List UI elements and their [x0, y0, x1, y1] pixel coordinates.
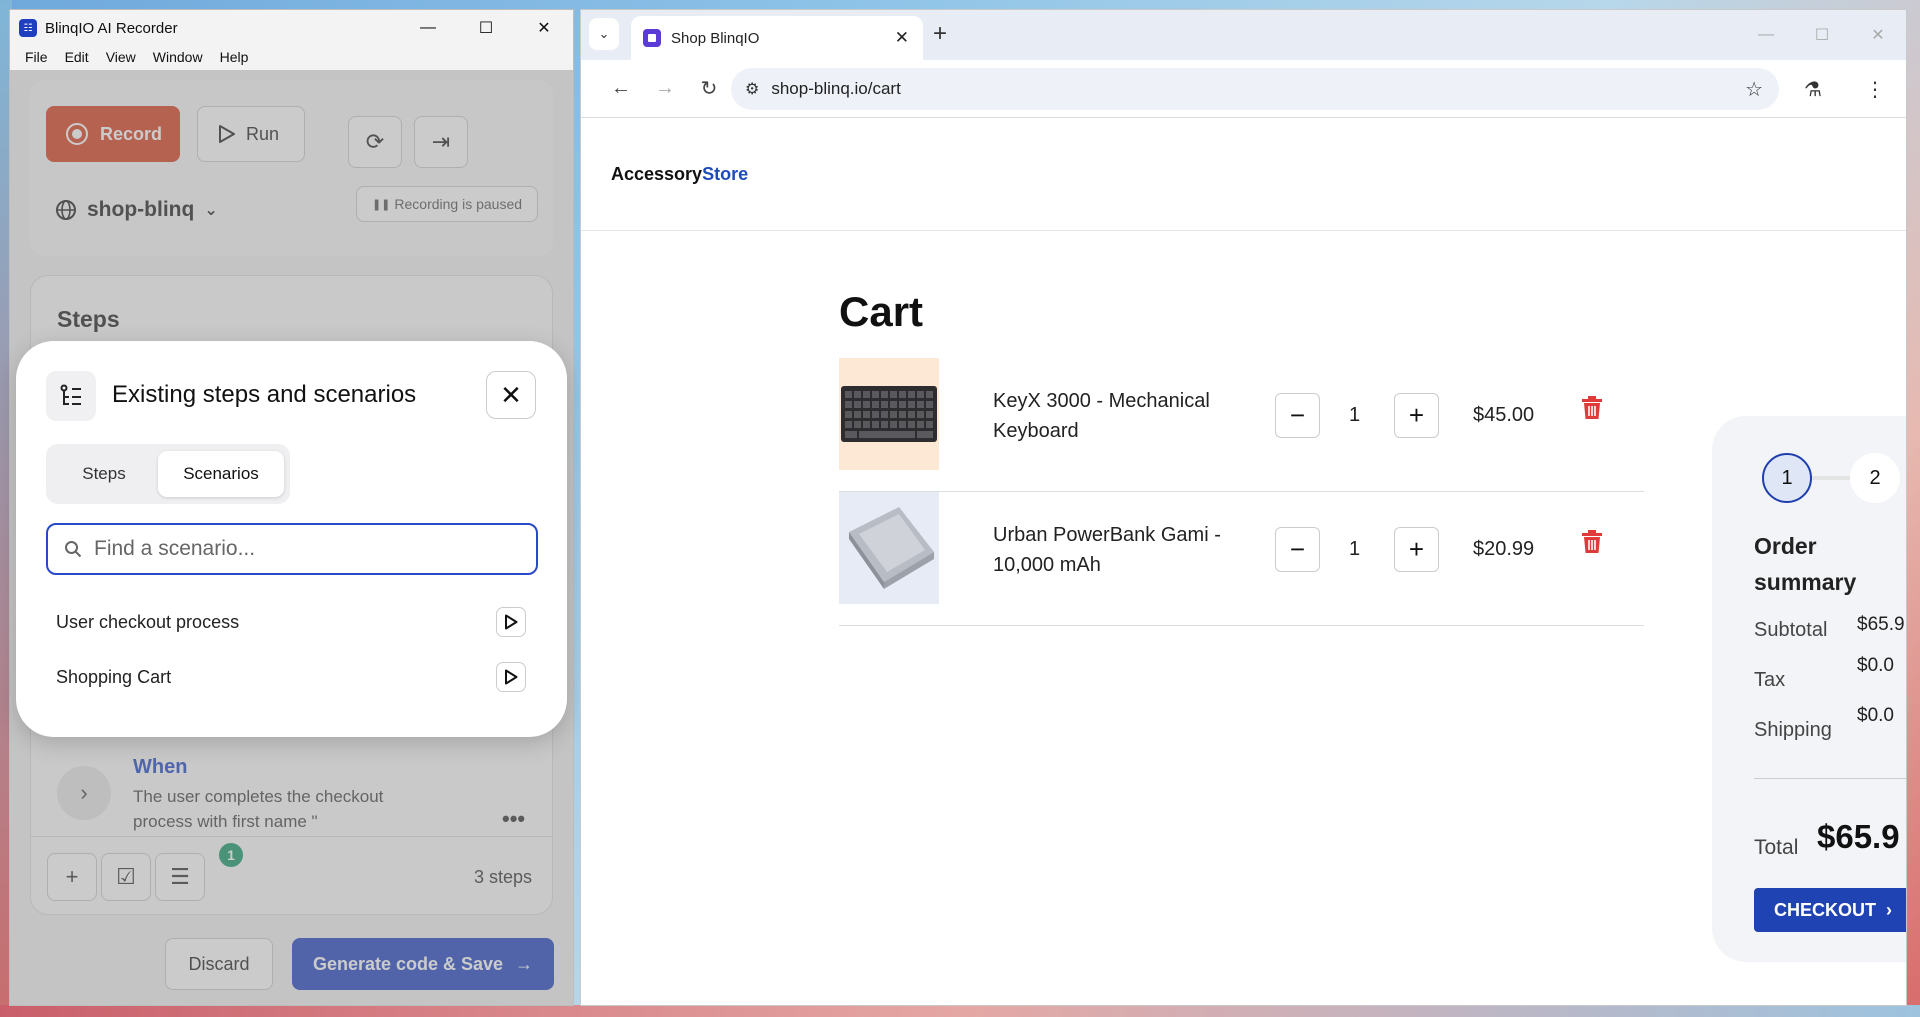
subtotal-value: $65.9: [1857, 614, 1905, 635]
menu-help[interactable]: Help: [211, 49, 257, 65]
steps-list-icon: [46, 371, 96, 421]
close-icon: ✕: [500, 379, 522, 410]
total-label: Total: [1754, 836, 1799, 859]
menu-file[interactable]: File: [16, 49, 56, 65]
decrease-quantity-button[interactable]: −: [1275, 393, 1320, 438]
scenario-item[interactable]: User checkout process: [56, 604, 526, 640]
reload-icon[interactable]: ↻: [687, 76, 731, 101]
new-tab-button[interactable]: +: [933, 20, 947, 48]
existing-steps-modal: Existing steps and scenarios ✕ Steps Sce…: [16, 341, 567, 737]
play-scenario-button[interactable]: [496, 607, 526, 637]
modal-close-button[interactable]: ✕: [486, 371, 536, 419]
keyboard-product-image: [839, 358, 939, 470]
forward-icon[interactable]: →: [643, 77, 687, 100]
total-value: $65.9: [1817, 818, 1900, 855]
play-icon: [505, 669, 518, 685]
tab-search-button[interactable]: ⌄: [589, 18, 619, 50]
tax-value: $0.0: [1857, 655, 1894, 676]
scenario-label: User checkout process: [56, 611, 240, 632]
url-text: shop-blinq.io/cart: [771, 79, 901, 98]
close-icon[interactable]: ✕: [515, 10, 573, 46]
minus-icon: −: [1289, 400, 1306, 430]
tab-steps[interactable]: Steps: [52, 451, 156, 497]
recorder-menubar: File Edit View Window Help: [10, 46, 573, 68]
plus-icon: +: [1408, 400, 1425, 430]
order-summary-card: 1 2 Order summary Subtotal $65.9 Tax $0.…: [1712, 416, 1906, 962]
search-icon: [65, 541, 82, 558]
trash-icon[interactable]: [1581, 396, 1603, 420]
cart-title: Cart: [839, 288, 924, 335]
site-info-icon[interactable]: ⚙: [745, 79, 759, 99]
browser-toolbar: ← → ↻ ⚙ shop-blinq.io/cart ☆ ⚗ ⋮: [581, 60, 1906, 118]
modal-tabs: Steps Scenarios: [46, 444, 290, 504]
order-summary-title: Order summary: [1754, 533, 1857, 595]
recorder-window-title: BlinqIO AI Recorder: [45, 19, 178, 37]
browser-tabstrip: ⌄ Shop BlinqIO ✕ + — ☐ ✕: [581, 10, 1906, 60]
trash-icon[interactable]: [1581, 530, 1603, 554]
minus-icon: −: [1289, 534, 1306, 564]
minimize-icon[interactable]: —: [399, 10, 457, 46]
maximize-icon[interactable]: ☐: [457, 10, 515, 46]
recorder-titlebar: ☷ BlinqIO AI Recorder — ☐ ✕: [10, 10, 573, 46]
back-icon[interactable]: ←: [599, 77, 643, 100]
product-name[interactable]: Urban PowerBank Gami - 10,000 mAh: [993, 520, 1243, 580]
close-tab-icon[interactable]: ✕: [895, 28, 909, 48]
menu-kebab-icon[interactable]: ⋮: [1844, 77, 1906, 102]
maximize-icon[interactable]: ☐: [1794, 10, 1850, 60]
scenario-label: Shopping Cart: [56, 666, 172, 687]
play-icon: [505, 614, 518, 630]
chevron-right-icon: ›: [1886, 899, 1892, 920]
shipping-value: $0.0: [1857, 705, 1894, 726]
quantity-value: 1: [1349, 538, 1361, 560]
play-scenario-button[interactable]: [496, 662, 526, 692]
item-price: $45.00: [1473, 404, 1535, 426]
address-bar[interactable]: ⚙ shop-blinq.io/cart ☆: [731, 68, 1779, 110]
desktop-background-bottom: [0, 1005, 1920, 1017]
product-name[interactable]: KeyX 3000 - Mechanical Keyboard: [993, 386, 1243, 446]
stepper-step-1[interactable]: 1: [1762, 453, 1812, 503]
store-logo-part2[interactable]: Store: [702, 164, 748, 185]
labs-flask-icon[interactable]: ⚗: [1782, 77, 1844, 102]
scenario-search-input[interactable]: [94, 537, 494, 561]
item-price: $20.99: [1473, 538, 1535, 560]
subtotal-label: Subtotal: [1754, 619, 1828, 641]
cart-item: KeyX 3000 - Mechanical Keyboard − 1 + $4…: [839, 358, 1644, 492]
close-icon[interactable]: ✕: [1850, 10, 1906, 60]
stepper-connector: [1812, 476, 1852, 480]
browser-tab[interactable]: Shop BlinqIO ✕: [631, 16, 923, 60]
checkout-button[interactable]: CHECKOUT ›: [1754, 888, 1906, 932]
chevron-down-icon: ⌄: [598, 26, 610, 41]
menu-window[interactable]: Window: [144, 49, 211, 65]
powerbank-product-image: [839, 492, 939, 604]
store-logo-part1[interactable]: Accessory: [611, 164, 702, 185]
scenario-item[interactable]: Shopping Cart: [56, 659, 526, 695]
menu-edit[interactable]: Edit: [56, 49, 97, 65]
minimize-icon[interactable]: —: [1738, 10, 1794, 60]
bookmark-star-icon[interactable]: ☆: [1745, 77, 1763, 102]
site-header: Accessory Store: [581, 118, 1906, 231]
cart-item: Urban PowerBank Gami - 10,000 mAh − 1 + …: [839, 492, 1644, 626]
store-page: Accessory Store Cart KeyX 3000 - Mechanic…: [581, 118, 1906, 1005]
decrease-quantity-button[interactable]: −: [1275, 527, 1320, 572]
browser-window: ⌄ Shop BlinqIO ✕ + — ☐ ✕ ← → ↻ ⚙ shop-bl…: [580, 9, 1907, 1006]
checkout-label: CHECKOUT: [1774, 899, 1876, 920]
increase-quantity-button[interactable]: +: [1394, 393, 1439, 438]
site-favicon-icon: [643, 29, 661, 47]
stepper-step-2[interactable]: 2: [1850, 453, 1900, 503]
blinqio-app-icon: ☷: [19, 19, 37, 37]
menu-view[interactable]: View: [97, 49, 144, 65]
summary-divider: [1754, 778, 1906, 779]
plus-icon: +: [1408, 534, 1425, 564]
modal-title: Existing steps and scenarios: [112, 381, 417, 408]
tax-label: Tax: [1754, 669, 1786, 691]
scenario-search[interactable]: [46, 523, 538, 575]
quantity-value: 1: [1349, 404, 1361, 426]
tab-title: Shop BlinqIO: [671, 29, 760, 47]
increase-quantity-button[interactable]: +: [1394, 527, 1439, 572]
tab-scenarios[interactable]: Scenarios: [158, 451, 284, 497]
shipping-label: Shipping: [1754, 719, 1832, 741]
